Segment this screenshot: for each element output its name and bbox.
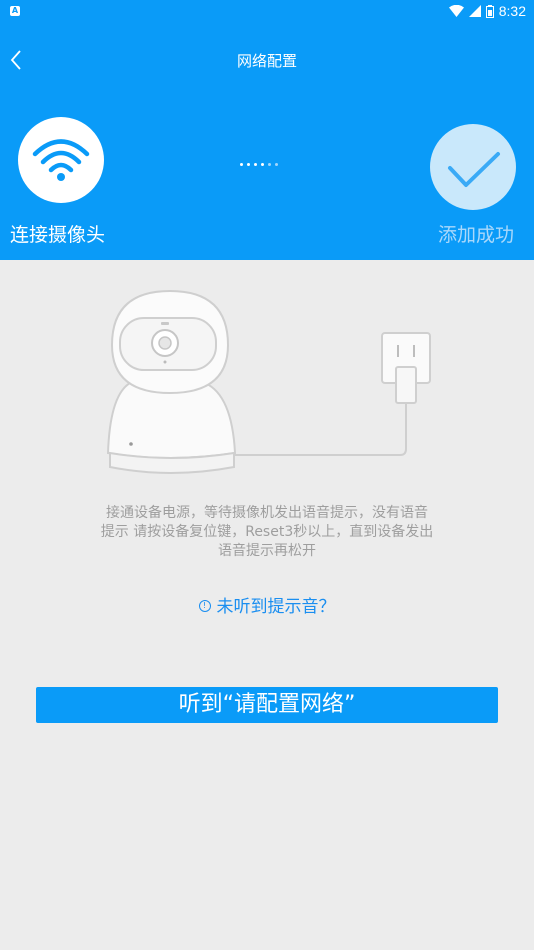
progress-dot xyxy=(261,163,264,166)
wifi-icon xyxy=(32,139,90,181)
info-icon: ! xyxy=(198,600,211,612)
app-notification-icon: A xyxy=(10,6,20,16)
status-icons: 8:32 xyxy=(448,3,526,19)
progress-dots xyxy=(240,163,278,166)
progress-dot xyxy=(275,163,278,166)
header-panel: A 8:32 网络配置 连接摄像头 添加成功 xyxy=(0,0,534,260)
progress-dot xyxy=(268,163,271,166)
wifi-status-icon xyxy=(448,5,464,17)
heard-configure-network-button[interactable]: 听到“请配置网络” xyxy=(36,687,498,723)
progress-dot xyxy=(247,163,250,166)
signal-icon xyxy=(468,5,481,17)
step-connect-camera xyxy=(18,117,104,203)
setup-instructions: 接通设备电源，等待摄像机发出语音提示，没有语音 提示 请按设备复位键，Reset… xyxy=(100,505,434,559)
page-title: 网络配置 xyxy=(236,52,297,70)
step-add-success xyxy=(430,124,516,210)
step-label-success: 添加成功 xyxy=(437,224,514,246)
step-label-connect: 连接摄像头 xyxy=(10,224,106,246)
status-bar: A 8:32 xyxy=(0,0,534,24)
checkmark-icon xyxy=(448,152,500,187)
clock: 8:32 xyxy=(498,3,526,19)
progress-dot xyxy=(240,163,243,166)
camera-illustration xyxy=(106,289,431,474)
no-tone-help-link[interactable]: ! 未听到提示音？ xyxy=(0,592,534,617)
nav-bar: 网络配置 xyxy=(0,38,534,82)
progress-dot xyxy=(254,163,257,166)
battery-icon xyxy=(485,4,494,18)
